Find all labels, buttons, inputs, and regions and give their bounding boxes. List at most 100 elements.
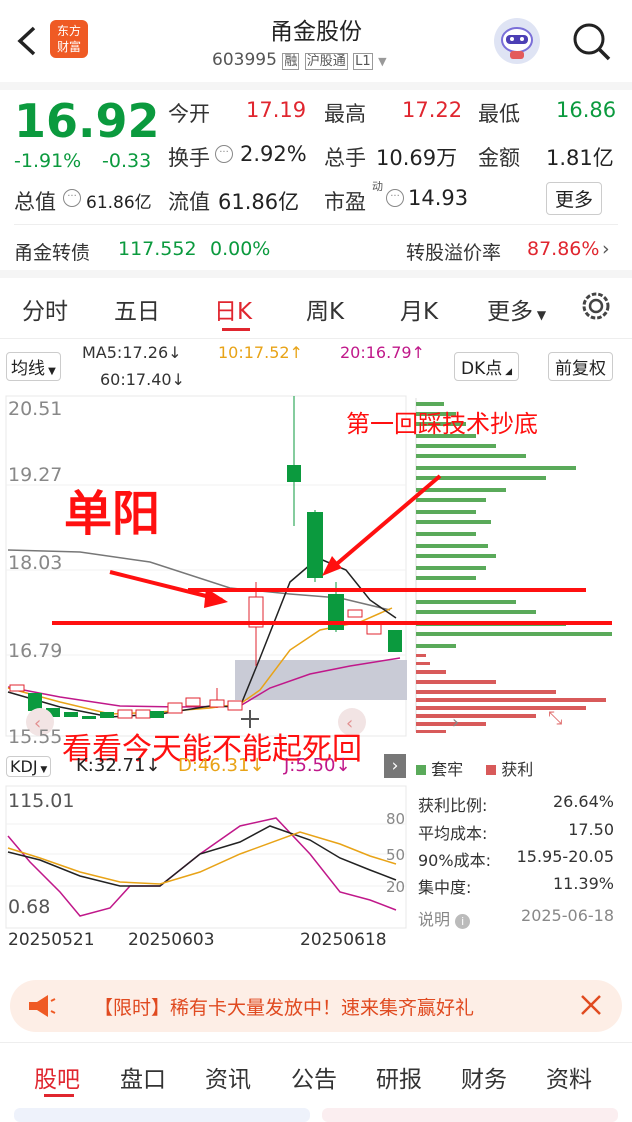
volume-label: 总手 bbox=[324, 146, 366, 170]
tab-order-book[interactable]: 盘口 bbox=[120, 1060, 166, 1094]
dk-point-button[interactable]: DK点 ◢ bbox=[454, 352, 520, 381]
high-value: 17.22 bbox=[402, 98, 463, 122]
pe-sup: 动 bbox=[372, 180, 383, 193]
kdj-k-value: K:32.71↓ bbox=[76, 755, 161, 776]
megaphone-icon bbox=[26, 992, 56, 1024]
chip-note-link[interactable]: 说明 i bbox=[418, 906, 471, 930]
stock-code: 603995 bbox=[212, 50, 277, 70]
tab-weekly-k[interactable]: 周K bbox=[306, 292, 344, 326]
info-icon[interactable]: ··· bbox=[386, 189, 404, 207]
price-axis-label: 16.79 bbox=[8, 640, 63, 662]
active-bottom-tab-underline bbox=[44, 1094, 74, 1097]
annotation-first-return: 第一回踩技术抄底 bbox=[346, 410, 538, 438]
chip-stat-label: 平均成本: bbox=[418, 824, 488, 843]
chip-stat-label: 获利比例: bbox=[418, 796, 488, 815]
more-button[interactable]: 更多 bbox=[546, 182, 603, 215]
annotation-danyang: 单阳 bbox=[64, 486, 161, 542]
tab-more[interactable]: 更多 ▼ bbox=[487, 292, 546, 326]
kdj-axis-top: 115.01 bbox=[8, 790, 75, 812]
bond-change: 0.00% bbox=[210, 238, 271, 260]
high-label: 最高 bbox=[324, 102, 366, 126]
svg-text:›: › bbox=[452, 712, 459, 733]
settings-gear-icon[interactable] bbox=[580, 290, 612, 326]
kline-chart[interactable]: ‹ ‹ › bbox=[0, 392, 632, 752]
price-axis-label: 15.55 bbox=[8, 726, 63, 748]
kdj-j-value: J:5.50↓ bbox=[284, 755, 351, 776]
turnover-label: 换手 bbox=[168, 146, 210, 170]
ma-select[interactable]: 均线 ▼ bbox=[6, 352, 61, 381]
low-label: 最低 bbox=[478, 102, 520, 126]
premium-value: 87.86% bbox=[527, 238, 600, 260]
robot-assistant-icon[interactable] bbox=[494, 18, 540, 64]
chip-date: 2025-06-18 bbox=[521, 906, 614, 925]
promo-banner[interactable]: 【限时】稀有卡大量发放中！速来集齐赢好礼 bbox=[10, 980, 622, 1032]
tab-daily-k[interactable]: 日K bbox=[214, 292, 252, 326]
kdj-d-value: D:46.31↓ bbox=[178, 755, 265, 776]
bond-price: 117.552 bbox=[118, 238, 197, 260]
tab-intraday[interactable]: 分时 bbox=[22, 292, 68, 326]
indicator-select[interactable]: KDJ ▼ bbox=[6, 756, 52, 777]
chip-stat-label: 90%成本: bbox=[418, 851, 491, 870]
chevron-down-icon[interactable]: ▼ bbox=[378, 55, 386, 68]
tab-five-day[interactable]: 五日 bbox=[114, 292, 160, 326]
date-label: 20250521 bbox=[8, 930, 95, 950]
amount-value: 1.81亿 bbox=[546, 146, 614, 170]
expand-arrows-icon[interactable]: ⤡ bbox=[548, 708, 562, 729]
tab-profile[interactable]: 资料 bbox=[546, 1060, 592, 1094]
chevron-right-icon[interactable]: › bbox=[384, 754, 406, 778]
float-label: 流值 bbox=[168, 190, 210, 214]
tab-monthly-k[interactable]: 月K bbox=[400, 292, 438, 326]
open-value: 17.19 bbox=[246, 98, 307, 122]
date-label: 20250603 bbox=[128, 930, 215, 950]
current-price: 16.92 bbox=[14, 94, 160, 148]
chip-stat-label: 集中度: bbox=[418, 878, 472, 897]
volume-value: 10.69万 bbox=[376, 146, 458, 170]
ma20-value: 20:16.79↑ bbox=[340, 343, 425, 362]
bond-name[interactable]: 甬金转债 bbox=[14, 238, 90, 265]
info-icon: i bbox=[455, 914, 471, 929]
pe-label: 市盈 bbox=[324, 190, 366, 214]
app-header: 东方 财富 甬金股份 603995 融 沪股通 L1 ▼ bbox=[0, 0, 632, 82]
price-axis-label: 18.03 bbox=[8, 552, 63, 574]
kdj-level: 50 bbox=[386, 846, 406, 864]
legend-trapped: 套牢 bbox=[431, 760, 464, 779]
info-icon[interactable]: ··· bbox=[63, 189, 81, 207]
adjust-button[interactable]: 前复权 bbox=[548, 352, 613, 381]
tab-financials[interactable]: 财务 bbox=[461, 1060, 507, 1094]
tab-forum[interactable]: 股吧 bbox=[34, 1060, 80, 1094]
banner-text: 【限时】稀有卡大量发放中！速来集齐赢好礼 bbox=[94, 997, 475, 1019]
tab-research[interactable]: 研报 bbox=[376, 1060, 422, 1094]
float-value: 61.86亿 bbox=[218, 190, 300, 214]
ma60-value: 60:17.40↓ bbox=[100, 370, 185, 389]
mktcap-value: 61.86亿 bbox=[86, 193, 152, 213]
chevron-right-icon[interactable]: › bbox=[602, 238, 610, 260]
info-icon[interactable]: ··· bbox=[215, 145, 233, 163]
price-axis-label: 19.27 bbox=[8, 464, 63, 486]
amount-label: 金额 bbox=[478, 146, 520, 170]
kdj-axis-bottom: 0.68 bbox=[8, 896, 51, 918]
ma5-value: MA5:17.26↓ bbox=[82, 343, 182, 362]
low-value: 16.86 bbox=[556, 98, 617, 122]
tab-news[interactable]: 资讯 bbox=[205, 1060, 251, 1094]
price-axis-label: 20.51 bbox=[8, 398, 63, 420]
mktcap-label: 总值 bbox=[14, 190, 56, 214]
chip-stat-value: 17.50 bbox=[568, 820, 614, 839]
active-tab-underline bbox=[222, 328, 250, 331]
chip-stat-value: 26.64% bbox=[552, 792, 614, 811]
chip-stat-value: 11.39% bbox=[552, 874, 614, 893]
ma10-value: 10:17.52↑ bbox=[218, 343, 303, 362]
stock-code-row: 603995 融 沪股通 L1 ▼ bbox=[212, 50, 387, 70]
tag-level: L1 bbox=[353, 53, 373, 70]
premium-label: 转股溢价率 bbox=[406, 242, 502, 264]
change-value: -0.33 bbox=[102, 150, 152, 172]
close-icon[interactable] bbox=[578, 992, 604, 1022]
chip-stat-value: 15.95-20.05 bbox=[516, 847, 614, 866]
turnover-value: 2.92% bbox=[240, 142, 307, 166]
tag-margin: 融 bbox=[282, 53, 300, 70]
search-icon[interactable] bbox=[570, 20, 612, 66]
pe-value: 14.93 bbox=[408, 186, 469, 210]
chip-legend: 套牢 获利 bbox=[416, 756, 533, 780]
tab-announcements[interactable]: 公告 bbox=[291, 1060, 337, 1094]
change-pct: -1.91% bbox=[14, 150, 82, 172]
legend-profit: 获利 bbox=[501, 760, 534, 779]
